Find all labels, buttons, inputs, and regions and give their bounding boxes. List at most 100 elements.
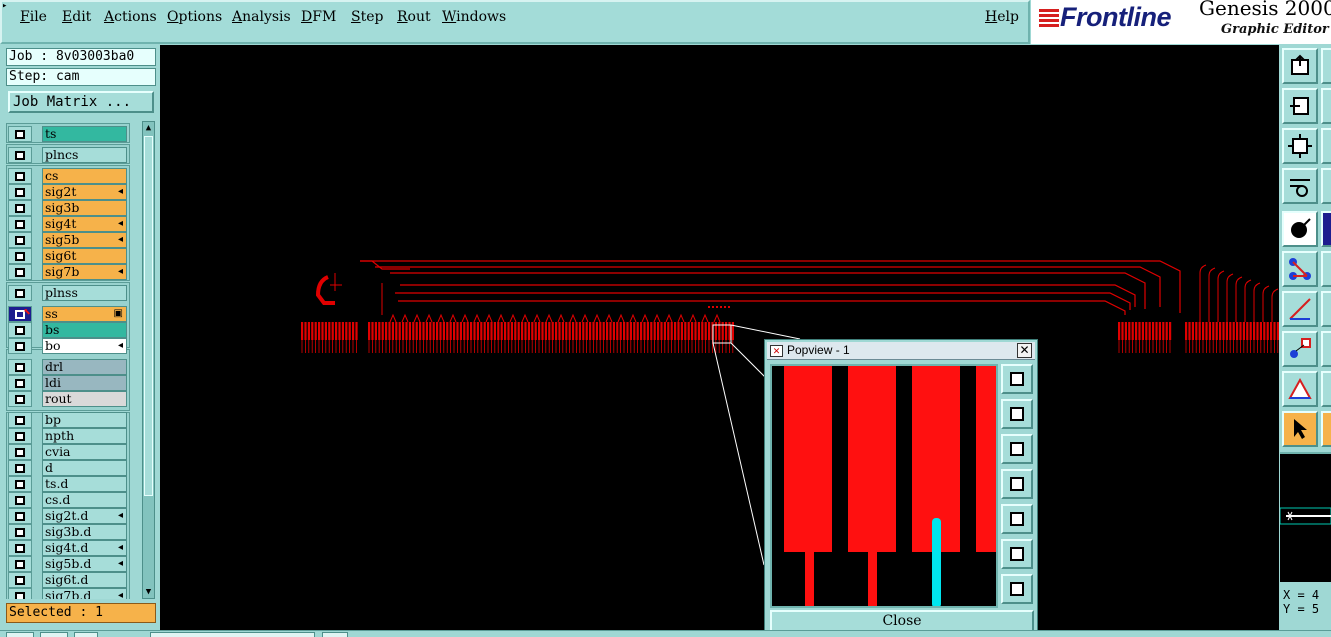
layer-checkbox[interactable]	[8, 232, 32, 248]
layer-checkbox[interactable]	[8, 508, 32, 524]
layer-name[interactable]: sig6t.d	[42, 572, 127, 588]
layer-name[interactable]: sig7b.d ◂	[42, 588, 127, 599]
layer-row[interactable]: npth	[6, 428, 130, 444]
net-tool-button[interactable]	[1282, 251, 1318, 287]
zoom-in-button[interactable]	[1001, 539, 1033, 569]
layer-row[interactable]: sig2t ◂	[6, 184, 130, 200]
drc-tool-button[interactable]	[1282, 371, 1318, 407]
layer-row[interactable]: bo ◂	[6, 338, 130, 354]
pad-tool-button[interactable]	[1282, 211, 1318, 247]
layer-name[interactable]: plnss	[42, 285, 127, 301]
layer-checkbox[interactable]	[8, 126, 32, 142]
toolbar-overflow-7[interactable]	[1321, 291, 1331, 327]
layer-name[interactable]: cs.d	[42, 492, 127, 508]
layer-checkbox[interactable]	[8, 248, 32, 264]
status-field-2[interactable]	[40, 632, 68, 637]
layer-row[interactable]: sig3b.d	[6, 524, 130, 540]
layer-row[interactable]: sig4t.d ◂	[6, 540, 130, 556]
command-field[interactable]	[150, 632, 315, 637]
layer-checkbox[interactable]	[8, 338, 32, 354]
scroll-up-icon[interactable]: ▲	[143, 122, 154, 134]
layer-name[interactable]: drl	[42, 359, 127, 375]
layer-name[interactable]: cs	[42, 168, 127, 184]
menu-actions[interactable]: Actions	[104, 9, 157, 25]
layer-row[interactable]: sig4t ◂	[6, 216, 130, 232]
layer-row[interactable]: bp	[6, 412, 130, 428]
layer-checkbox[interactable]	[8, 359, 32, 375]
layer-checkbox[interactable]	[8, 264, 32, 280]
layer-checkbox[interactable]	[8, 375, 32, 391]
layer-checkbox[interactable]	[8, 168, 32, 184]
layer-name[interactable]: d	[42, 460, 127, 476]
popview-zoom-view[interactable]	[770, 364, 998, 608]
layer-checkbox[interactable]	[8, 200, 32, 216]
export-button[interactable]	[1282, 48, 1318, 84]
close-button[interactable]: Close	[770, 610, 1034, 632]
overview-minimap[interactable]	[1280, 452, 1331, 582]
layer-name[interactable]: npth	[42, 428, 127, 444]
layer-row[interactable]: plncs	[6, 147, 130, 163]
zoom-out-button[interactable]	[1001, 574, 1033, 604]
toolbar-overflow-6[interactable]	[1321, 251, 1331, 287]
layer-name[interactable]: ts.d	[42, 476, 127, 492]
layer-name[interactable]: sig4t ◂	[42, 216, 127, 232]
layer-name[interactable]: sig6t	[42, 248, 127, 264]
menu-rout[interactable]: Rout	[397, 9, 431, 25]
layer-name[interactable]: bs	[42, 322, 127, 338]
toolbar-overflow-1[interactable]	[1321, 48, 1331, 84]
toolbar-overflow-10[interactable]	[1321, 411, 1331, 447]
toolbar-overflow-4[interactable]	[1321, 168, 1331, 204]
layer-name[interactable]: sig2t.d ◂	[42, 508, 127, 524]
layer-row[interactable]: bs	[6, 322, 130, 338]
layer-row[interactable]: sig2t.d ◂	[6, 508, 130, 524]
import-button[interactable]	[1282, 88, 1318, 124]
layer-name[interactable]: ts	[42, 126, 127, 142]
layer-checkbox[interactable]	[8, 540, 32, 556]
layer-row[interactable]: cs	[6, 168, 130, 184]
layer-checkbox[interactable]	[8, 460, 32, 476]
pan-down-button[interactable]	[1001, 434, 1033, 464]
layer-row[interactable]: sig7b ◂	[6, 264, 130, 280]
layer-name[interactable]: sig3b.d	[42, 524, 127, 540]
layer-name[interactable]: sig5b.d ◂	[42, 556, 127, 572]
layer-checkbox[interactable]	[8, 492, 32, 508]
layer-row[interactable]: sig5b ◂	[6, 232, 130, 248]
layer-row[interactable]: drl	[6, 359, 130, 375]
layer-name[interactable]: ss ▣	[42, 306, 127, 322]
popview-window[interactable]: ✕ Popview - 1 ✕ Close	[764, 339, 1038, 637]
pcb-drawing[interactable]	[160, 45, 1279, 630]
measure-button[interactable]	[1282, 168, 1318, 204]
menu-edit[interactable]: Edit	[62, 9, 91, 25]
menu-options[interactable]: Options	[167, 9, 222, 25]
layer-row[interactable]: sig6t.d	[6, 572, 130, 588]
layer-name[interactable]: sig7b ◂	[42, 264, 127, 280]
menu-dfm[interactable]: DFM	[301, 9, 336, 25]
job-matrix-button[interactable]: Job Matrix ...	[8, 91, 154, 113]
layer-checkbox[interactable]	[8, 285, 32, 301]
layer-name[interactable]: cvia	[42, 444, 127, 460]
close-icon[interactable]: ✕	[1017, 343, 1032, 358]
line-tool-button[interactable]	[1282, 291, 1318, 327]
menu-windows[interactable]: Windows	[442, 9, 506, 25]
toolbar-overflow-5[interactable]	[1321, 211, 1331, 247]
layer-name[interactable]: bp	[42, 412, 127, 428]
layer-checkbox[interactable]	[8, 216, 32, 232]
layer-row[interactable]: cs.d	[6, 492, 130, 508]
layer-row[interactable]: plnss	[6, 285, 130, 301]
layer-checkbox[interactable]	[8, 444, 32, 460]
layer-row[interactable]: sig7b.d ◂	[6, 588, 130, 599]
layer-checkbox[interactable]	[8, 322, 32, 338]
layer-checkbox[interactable]	[8, 147, 32, 163]
layer-name[interactable]: sig4t.d ◂	[42, 540, 127, 556]
layer-name[interactable]: bo ◂	[42, 338, 127, 354]
menu-file[interactable]: File	[20, 9, 47, 25]
pan-right-button[interactable]	[1001, 504, 1033, 534]
layer-checkbox[interactable]: ⬉	[8, 305, 32, 322]
snap-tool-button[interactable]	[1282, 331, 1318, 367]
layer-row[interactable]: ts	[6, 126, 130, 142]
layer-checkbox[interactable]	[8, 556, 32, 572]
layer-checkbox[interactable]	[8, 391, 32, 407]
layer-row[interactable]: cvia	[6, 444, 130, 460]
layer-name[interactable]: plncs	[42, 147, 127, 163]
toolbar-overflow-8[interactable]	[1321, 331, 1331, 367]
